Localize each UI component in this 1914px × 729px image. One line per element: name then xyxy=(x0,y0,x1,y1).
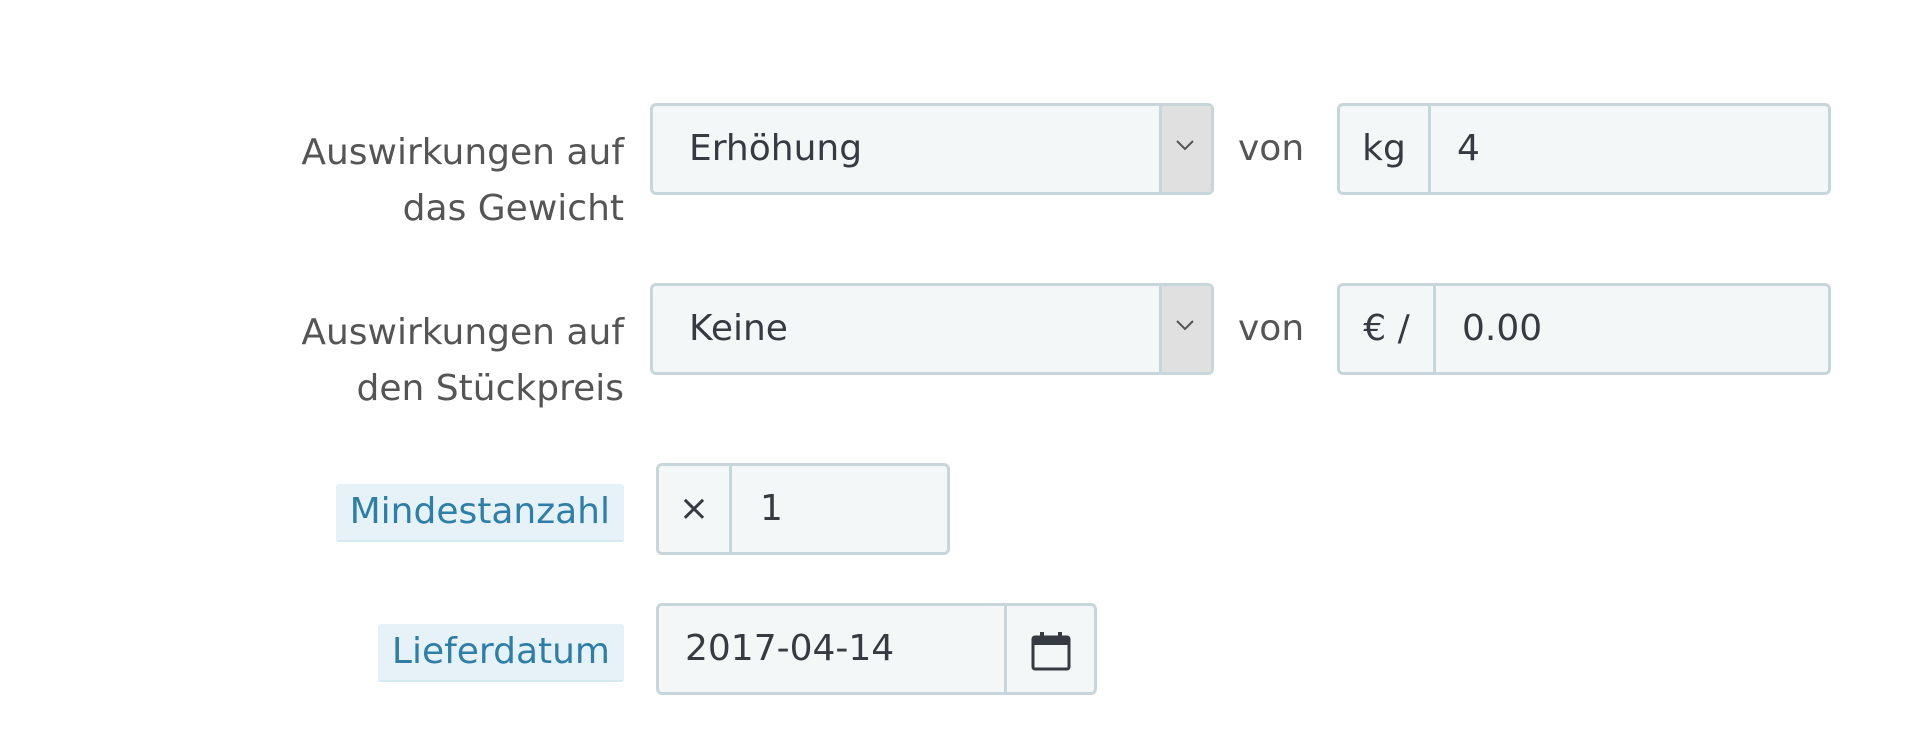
weight-impact-label: Auswirkungen auf das Gewicht xyxy=(301,125,624,237)
min-qty-input[interactable]: 1 xyxy=(760,466,783,552)
weight-impact-label-line1: Auswirkungen auf xyxy=(301,132,624,173)
price-impact-select-toggle[interactable] xyxy=(1159,286,1211,372)
price-value-input[interactable]: 0.00 xyxy=(1462,286,1542,372)
chevron-down-icon xyxy=(1176,140,1194,151)
min-qty-prefix-addon: × xyxy=(659,466,732,552)
price-impact-label-line2: den Stückpreis xyxy=(356,368,624,409)
min-qty-group: × 1 xyxy=(656,463,950,555)
weight-unit-addon: kg xyxy=(1340,106,1431,192)
calendar-icon xyxy=(1031,632,1071,671)
weight-impact-label-line2: das Gewicht xyxy=(402,188,624,229)
price-von-label: von xyxy=(1238,308,1305,349)
weight-value-input[interactable]: 4 xyxy=(1457,106,1480,192)
price-unit-addon: € / xyxy=(1340,286,1436,372)
weight-value-group: kg 4 xyxy=(1337,103,1831,195)
calendar-button[interactable] xyxy=(1004,606,1094,692)
price-value-group: € / 0.00 xyxy=(1337,283,1831,375)
price-impact-label-line1: Auswirkungen auf xyxy=(301,312,624,353)
delivery-date-label[interactable]: Lieferdatum xyxy=(377,624,624,682)
chevron-down-icon xyxy=(1176,320,1194,331)
delivery-date-input[interactable]: 2017-04-14 xyxy=(685,606,894,692)
weight-impact-select-toggle[interactable] xyxy=(1159,106,1211,192)
price-impact-select[interactable]: Keine xyxy=(650,283,1214,375)
price-impact-label: Auswirkungen auf den Stückpreis xyxy=(301,305,624,417)
weight-impact-select-value: Erhöhung xyxy=(689,128,863,169)
weight-impact-select[interactable]: Erhöhung xyxy=(650,103,1214,195)
min-qty-label[interactable]: Mindestanzahl xyxy=(335,484,624,542)
weight-von-label: von xyxy=(1238,128,1305,169)
delivery-date-group: 2017-04-14 xyxy=(656,603,1097,695)
price-impact-select-value: Keine xyxy=(689,308,788,349)
